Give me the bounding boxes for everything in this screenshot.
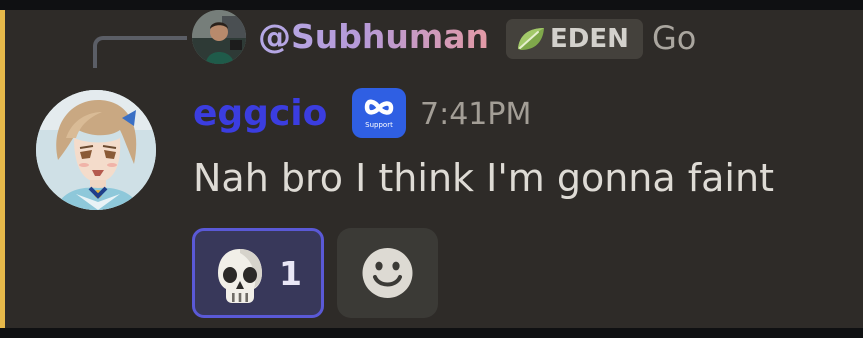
app-badge-label: Support xyxy=(365,121,393,129)
guild-tag-label: EDEN xyxy=(550,24,629,54)
infinity-icon xyxy=(364,99,394,115)
reaction-skull[interactable]: 1 xyxy=(192,228,324,318)
mention-highlight-bar xyxy=(0,10,5,328)
leaf-icon xyxy=(515,25,547,53)
skull-icon xyxy=(218,249,262,303)
message-content: Nah bro I think I'm gonna faint xyxy=(193,156,774,200)
reply-username[interactable]: @Subhuman xyxy=(258,14,489,60)
discord-message-view: @Subhuman EDEN Go eggcio Support 7:41PM … xyxy=(0,0,863,338)
avatar[interactable] xyxy=(36,90,156,210)
support-app-badge[interactable]: Support xyxy=(352,88,406,138)
reply-preview-text[interactable]: Go xyxy=(652,14,696,62)
smiley-icon xyxy=(362,248,413,298)
reaction-count: 1 xyxy=(279,254,302,293)
reply-spine-line xyxy=(93,36,187,68)
add-reaction-button[interactable] xyxy=(337,228,438,318)
message-timestamp[interactable]: 7:41PM xyxy=(420,92,531,138)
message-username[interactable]: eggcio xyxy=(193,88,327,140)
reply-avatar[interactable] xyxy=(192,10,246,64)
